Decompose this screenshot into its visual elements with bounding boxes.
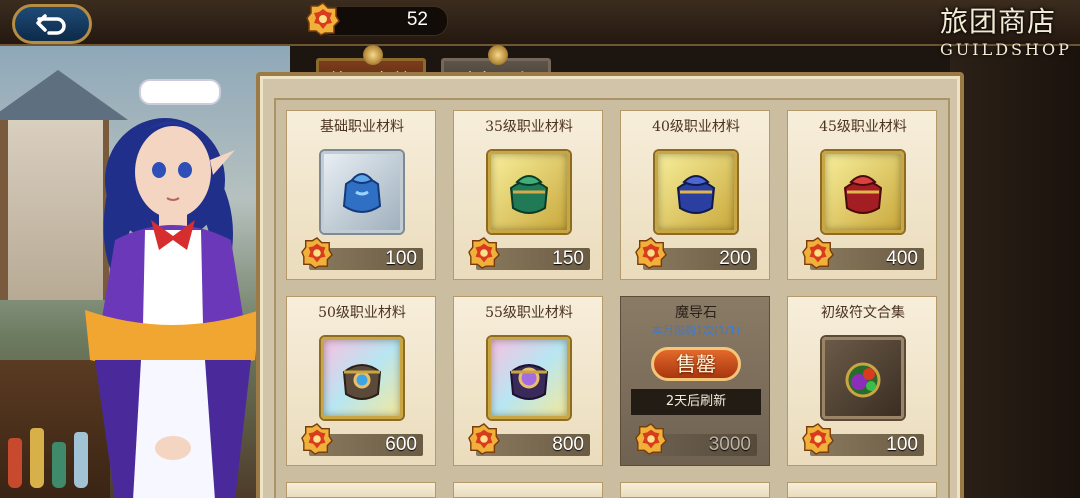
item-price: 150 — [552, 248, 584, 269]
back-arrow-icon — [36, 14, 66, 35]
shop-item-card[interactable]: 40级职业材料 200 — [620, 110, 770, 280]
shop-item-card[interactable]: 55级职业材料 800 — [453, 296, 603, 466]
purple-material-pouch-icon — [509, 364, 549, 400]
item-name: 45级职业材料 — [819, 119, 907, 135]
soldout-badge: 售罄 — [651, 347, 741, 381]
right-background — [950, 0, 1080, 498]
item-price: 400 — [886, 248, 918, 269]
item-name: 魔导石 — [675, 305, 717, 321]
red-material-bag-icon — [843, 175, 883, 214]
blue-gold-material-bag-icon — [676, 175, 716, 214]
tab-knob-icon — [488, 45, 508, 65]
item-price: 3000 — [708, 434, 751, 455]
guild-shop-screen: 52 旅团商店 GUILDSHOP 旅团合战 时空远征 基础职业材料 — [0, 0, 1080, 498]
shop-item-card[interactable]: 基础职业材料 100 — [286, 110, 436, 280]
item-price: 800 — [552, 434, 584, 455]
item-frame — [488, 151, 570, 233]
item-name: 基础职业材料 — [320, 119, 404, 135]
item-price: 200 — [719, 248, 751, 269]
green-material-bag-icon — [509, 175, 549, 214]
blue-material-bag-icon — [342, 173, 382, 213]
maid-character-illustration — [85, 79, 260, 498]
shop-item-card[interactable]: 50级职业材料 600 — [286, 296, 436, 466]
guild-coin-icon — [306, 2, 340, 36]
shop-item-card-partial[interactable] — [787, 482, 937, 498]
item-frame — [321, 151, 403, 233]
currency-value: 52 — [406, 9, 428, 30]
rune-collection-icon — [845, 362, 881, 398]
back-button[interactable] — [12, 4, 92, 44]
tab-knob-icon — [363, 45, 383, 65]
item-name: 50级职业材料 — [318, 305, 406, 321]
top-bar — [0, 0, 1080, 46]
item-frame — [321, 337, 403, 419]
item-price: 100 — [385, 248, 417, 269]
shop-item-card[interactable]: 初级符文合集 100 — [787, 296, 937, 466]
rainbow-material-pouch-icon — [342, 364, 382, 400]
item-name: 35级职业材料 — [485, 119, 573, 135]
item-name: 55级职业材料 — [485, 305, 573, 321]
refresh-note: 2天后刷新 — [631, 389, 761, 415]
item-frame — [655, 151, 737, 233]
item-frame — [822, 337, 904, 419]
shop-subtitle: GUILDSHOP — [940, 40, 1072, 59]
shop-item-card-partial[interactable] — [286, 482, 436, 498]
item-frame — [822, 151, 904, 233]
shop-item-card-partial[interactable] — [453, 482, 603, 498]
shop-title: 旅团商店 — [940, 5, 1057, 38]
item-price: 600 — [385, 434, 417, 455]
item-name: 初级符文合集 — [821, 305, 905, 321]
item-name: 40级职业材料 — [652, 119, 740, 135]
item-frame — [488, 337, 570, 419]
shop-item-card-soldout[interactable]: 魔导石 本月限购1次(1/1) 售罄 2天后刷新 3000 — [620, 296, 770, 466]
shop-item-card-partial[interactable] — [620, 482, 770, 498]
item-price: 100 — [886, 434, 918, 455]
purchase-limit: 本月限购1次(1/1) — [651, 324, 741, 337]
shop-item-card[interactable]: 35级职业材料 150 — [453, 110, 603, 280]
shop-item-card[interactable]: 45级职业材料 400 — [787, 110, 937, 280]
